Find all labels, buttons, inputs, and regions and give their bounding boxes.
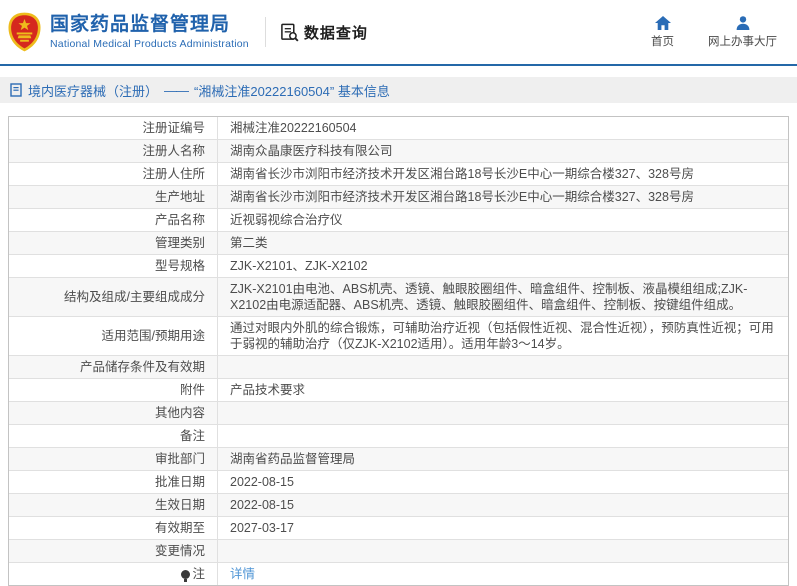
site-title: 国家药品监督管理局 [50, 14, 231, 35]
row-value: 湘械注准20222160504 [230, 121, 357, 135]
table-row: 注册证编号 湘械注准20222160504 [9, 117, 788, 139]
row-value: 2022-08-15 [230, 475, 294, 489]
row-value [218, 364, 788, 370]
national-emblem-icon [8, 12, 41, 52]
table-row: 注详情 [9, 562, 788, 585]
header-nav: 首页 网上办事大厅 [651, 15, 783, 49]
info-table: 注册证编号 湘械注准20222160504 注册人名称 湖南众晶康医疗科技有限公司 注册… [8, 116, 789, 586]
row-value: 2027-03-17 [230, 521, 294, 535]
table-row: 适用范围/预期用途 通过对眼内外肌的综合锻炼，可辅助治疗近视（包括假性近视、混合性… [9, 316, 788, 355]
row-label: 附件 [9, 379, 218, 401]
row-value: 2022-08-15 [230, 498, 294, 512]
table-row: 其他内容 [9, 401, 788, 424]
row-label: 生产地址 [9, 186, 218, 208]
row-value: ZJK-X2101、ZJK-X2102 [230, 259, 368, 273]
row-value: 湖南省长沙市浏阳市经济技术开发区湘台路18号长沙E中心一期综合楼327、328号… [230, 167, 694, 181]
row-label: 产品储存条件及有效期 [9, 356, 218, 378]
nav-item-home[interactable]: 首页 [651, 15, 674, 49]
row-label: 适用范围/预期用途 [9, 317, 218, 355]
row-label: 变更情况 [9, 540, 218, 562]
table-row: 生产地址 湖南省长沙市浏阳市经济技术开发区湘台路18号长沙E中心一期综合楼327、… [9, 185, 788, 208]
table-row: 审批部门 湖南省药品监督管理局 [9, 447, 788, 470]
person-icon [736, 15, 749, 30]
row-value: 湖南众晶康医疗科技有限公司 [230, 144, 393, 158]
row-label: 注册人住所 [9, 163, 218, 185]
table-row: 注册人住所 湖南省长沙市浏阳市经济技术开发区湘台路18号长沙E中心一期综合楼327… [9, 162, 788, 185]
row-label: 有效期至 [9, 517, 218, 539]
table-row: 备注 [9, 424, 788, 447]
row-label: 结构及组成/主要组成成分 [9, 278, 218, 316]
row-label: 型号规格 [9, 255, 218, 277]
table-row: 注册人名称 湖南众晶康医疗科技有限公司 [9, 139, 788, 162]
row-label: 审批部门 [9, 448, 218, 470]
row-value: 第二类 [230, 236, 268, 250]
breadcrumb: 境内医疗器械（注册） —— “湘械注准20222160504” 基本信息 [0, 77, 797, 103]
table-row: 结构及组成/主要组成成分 ZJK-X2101由电池、ABS机壳、透镜、触眼胶圈组件… [9, 277, 788, 316]
table-row: 附件 产品技术要求 [9, 378, 788, 401]
row-label: 备注 [9, 425, 218, 447]
site-title-group: 国家药品监督管理局 National Medical Products Admi… [50, 14, 249, 50]
data-query-icon [280, 23, 299, 42]
site-subtitle: National Medical Products Administration [50, 38, 249, 50]
data-query-label: 数据查询 [303, 24, 368, 42]
nav-label-home: 首页 [651, 35, 674, 48]
row-value: ZJK-X2101由电池、ABS机壳、透镜、触眼胶圈组件、暗盒组件、控制板、液晶… [230, 282, 748, 312]
row-label: 产品名称 [9, 209, 218, 231]
row-value [218, 548, 788, 554]
data-query-section[interactable]: 数据查询 [280, 22, 368, 43]
table-row: 批准日期 2022-08-15 [9, 470, 788, 493]
row-value: 湖南省药品监督管理局 [230, 452, 356, 466]
breadcrumb-section[interactable]: 境内医疗器械（注册） [28, 81, 158, 100]
row-label: 注册人名称 [9, 140, 218, 162]
home-icon [654, 15, 671, 30]
site-header: 国家药品监督管理局 National Medical Products Admi… [0, 0, 797, 66]
row-value: 湖南省长沙市浏阳市经济技术开发区湘台路18号长沙E中心一期综合楼327、328号… [230, 190, 694, 204]
row-label: 批准日期 [9, 471, 218, 493]
table-row: 管理类别 第二类 [9, 231, 788, 254]
breadcrumb-separator: —— [164, 82, 189, 98]
row-value: 产品技术要求 [230, 383, 306, 397]
table-row: 产品名称 近视弱视综合治疗仪 [9, 208, 788, 231]
site-logo[interactable]: 国家药品监督管理局 National Medical Products Admi… [8, 12, 249, 52]
table-row: 型号规格 ZJK-X2101、ZJK-X2102 [9, 254, 788, 277]
table-row: 产品储存条件及有效期 [9, 355, 788, 378]
table-row: 有效期至 2027-03-17 [9, 516, 788, 539]
details-link[interactable]: 详情 [230, 567, 255, 581]
nav-item-service-hall[interactable]: 网上办事大厅 [708, 15, 777, 49]
breadcrumb-current: “湘械注准20222160504” 基本信息 [194, 83, 390, 99]
row-value [218, 433, 788, 439]
row-value: 通过对眼内外肌的综合锻炼，可辅助治疗近视（包括假性近视、混合性近视），预防真性近… [230, 321, 774, 351]
document-icon [10, 83, 22, 97]
table-row: 变更情况 [9, 539, 788, 562]
bulb-icon [181, 569, 191, 582]
table-row: 生效日期 2022-08-15 [9, 493, 788, 516]
nav-label-service-hall: 网上办事大厅 [708, 35, 777, 48]
row-value [218, 410, 788, 416]
row-label: 管理类别 [9, 232, 218, 254]
header-divider [264, 17, 266, 47]
row-value: 详情 [218, 563, 788, 585]
row-label: 生效日期 [9, 494, 218, 516]
row-label: 注 [9, 563, 218, 585]
row-label: 注册证编号 [9, 117, 218, 139]
row-label: 其他内容 [9, 402, 218, 424]
row-value: 近视弱视综合治疗仪 [230, 213, 343, 227]
